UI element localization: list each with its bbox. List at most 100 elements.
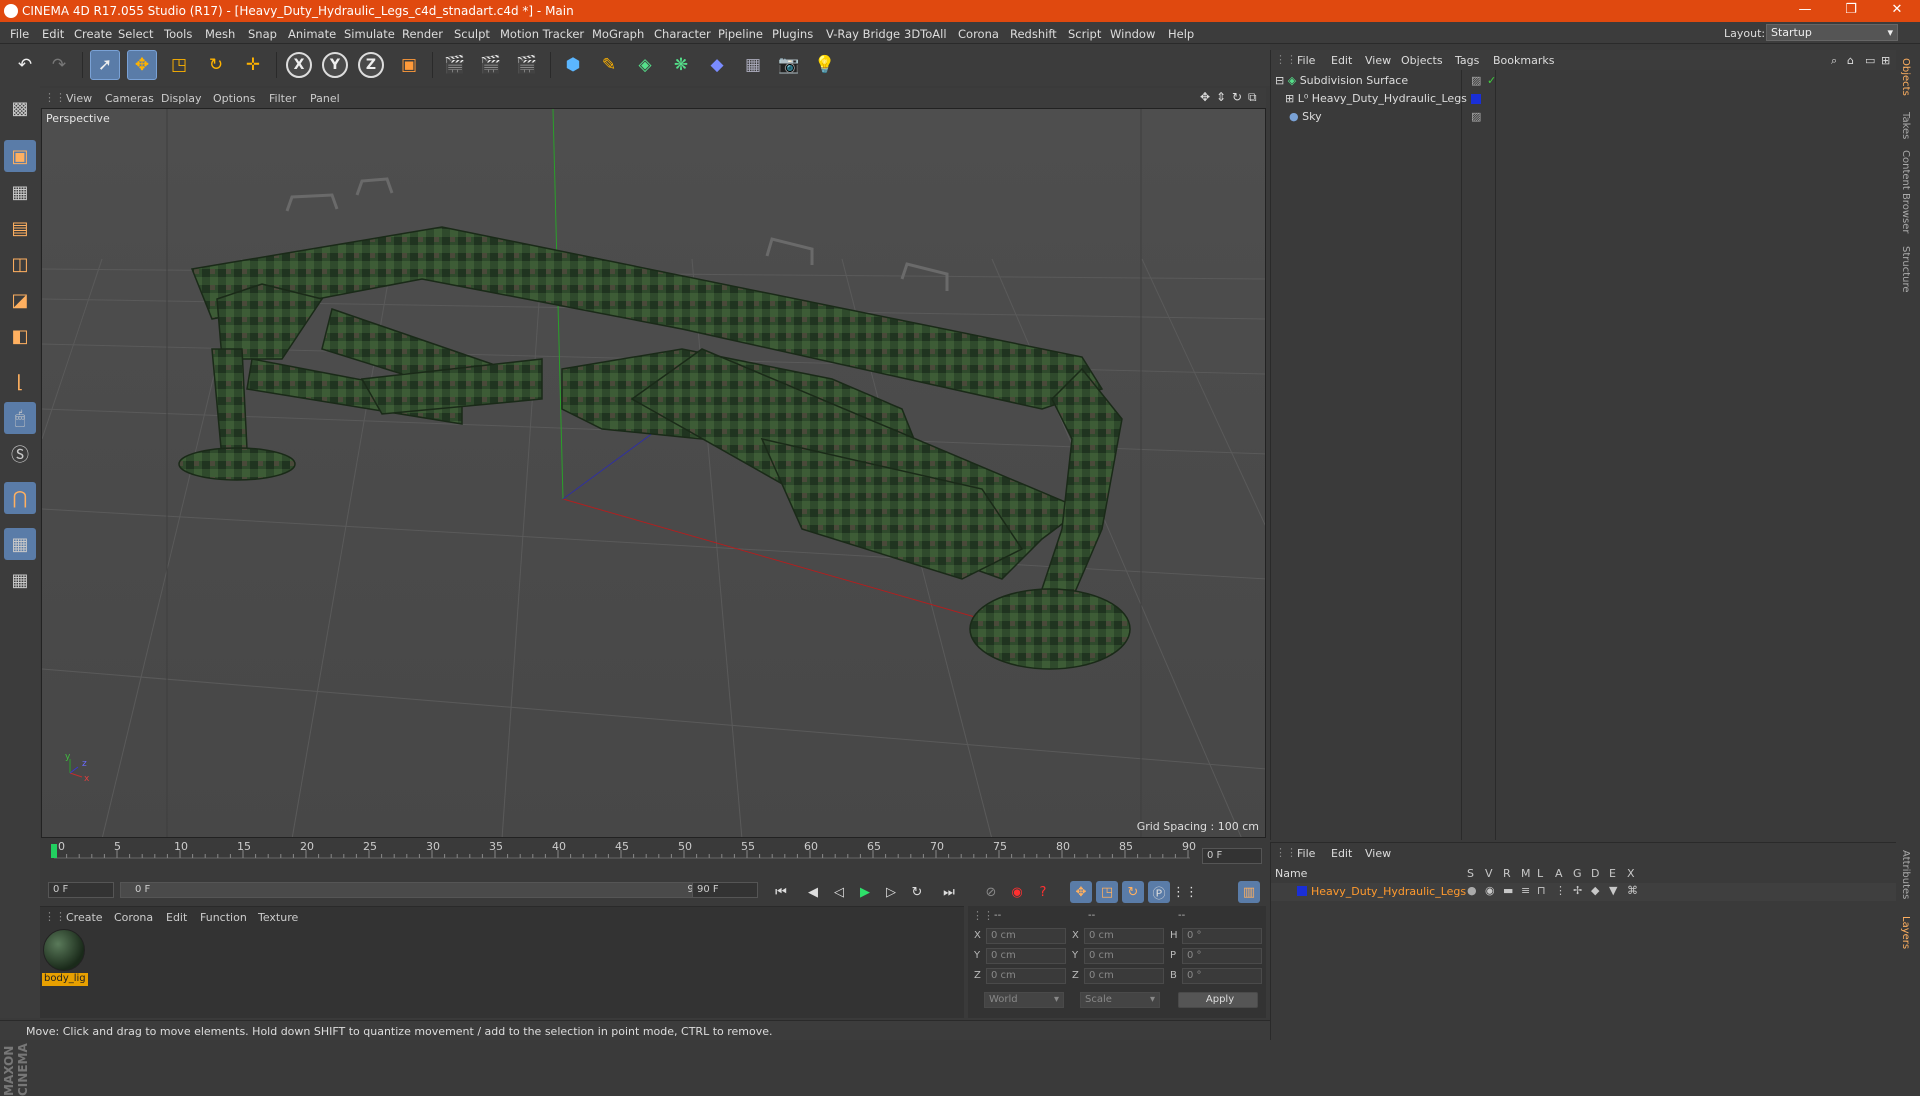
layer-row[interactable]: Heavy_Duty_Hydraulic_Legs ● ◉ ▬ ≡ ⊓ ⋮ ✢ … xyxy=(1271,883,1897,901)
axis-mode-button[interactable]: ⌊ xyxy=(4,366,36,398)
layer-animation-icon[interactable]: ⋮ xyxy=(1555,884,1566,897)
layer-generator-icon[interactable]: ✢ xyxy=(1573,884,1582,897)
object-row-subdivision[interactable]: ⊟ ◈ Subdivision Surface ▨ ✓ xyxy=(1275,74,1496,92)
coord-pos-x-field[interactable]: 0 cm xyxy=(986,928,1066,944)
render-settings-button[interactable]: 🎬 xyxy=(512,50,542,80)
rotate-tool-button[interactable]: ↻ xyxy=(201,50,231,80)
apply-button[interactable]: Apply xyxy=(1178,992,1258,1008)
previous-key-button[interactable]: ◀ xyxy=(802,881,824,903)
viewport-menu-display[interactable]: Display xyxy=(161,92,202,105)
layer-color-swatch[interactable] xyxy=(1297,886,1307,896)
layers-menu-edit[interactable]: Edit xyxy=(1331,847,1352,860)
planar-workplane-button[interactable]: ▦ xyxy=(4,564,36,596)
objects-menu-edit[interactable]: Edit xyxy=(1331,54,1352,67)
workplane-lock-button[interactable]: ▦ xyxy=(4,528,36,560)
coord-pos-y-field[interactable]: 0 cm xyxy=(986,948,1066,964)
layer-xref-icon[interactable]: ⌘ xyxy=(1627,884,1638,897)
timeline-window-button[interactable]: ▥ xyxy=(1238,881,1260,903)
coordinate-space-dropdown[interactable]: World ▾ xyxy=(984,992,1064,1008)
layer-render-icon[interactable]: ▬ xyxy=(1503,884,1513,897)
move-tool-button[interactable]: ✥ xyxy=(127,50,157,80)
add-cloner-button[interactable]: ❋ xyxy=(666,50,696,80)
menu-vray-bridge[interactable]: V-Ray Bridge xyxy=(826,27,900,41)
add-camera-button[interactable]: 📷 xyxy=(774,50,804,80)
material-menu-corona[interactable]: Corona xyxy=(114,911,153,924)
playhead[interactable] xyxy=(51,844,57,858)
layers-menu-file[interactable]: File xyxy=(1297,847,1315,860)
render-picture-viewer-button[interactable]: 🎬 xyxy=(476,50,506,80)
layer-deformer-icon[interactable]: ◆ xyxy=(1591,884,1599,897)
menu-redshift[interactable]: Redshift xyxy=(1010,27,1057,41)
menu-render[interactable]: Render xyxy=(402,27,443,41)
key-position-button[interactable]: ✥ xyxy=(1070,881,1092,903)
coord-size-x-field[interactable]: 0 cm xyxy=(1084,928,1164,944)
axis-z-lock-button[interactable]: Z xyxy=(358,52,384,78)
perspective-viewport[interactable]: y z x Perspective Grid Spacing : 100 cm xyxy=(41,108,1266,838)
material-menu-edit[interactable]: Edit xyxy=(166,911,187,924)
menu-pipeline[interactable]: Pipeline xyxy=(718,27,763,41)
layers-menu-view[interactable]: View xyxy=(1365,847,1391,860)
points-mode-button[interactable]: ◫ xyxy=(4,248,36,280)
menu-snap[interactable]: Snap xyxy=(248,27,277,41)
menu-script[interactable]: Script xyxy=(1068,27,1101,41)
visibility-toggle[interactable]: ▨ xyxy=(1471,110,1481,123)
viewport-menu-panel[interactable]: Panel xyxy=(310,92,340,105)
side-tab-objects[interactable]: Objects xyxy=(1900,58,1911,96)
layer-expression-icon[interactable]: ▼ xyxy=(1609,884,1617,897)
menu-edit[interactable]: Edit xyxy=(42,27,64,41)
render-view-button[interactable]: 🎬 xyxy=(440,50,470,80)
objects-menu-objects[interactable]: Objects xyxy=(1401,54,1443,67)
snap-button[interactable]: ⋂ xyxy=(4,482,36,514)
add-spline-button[interactable]: ✎ xyxy=(594,50,624,80)
coord-size-y-field[interactable]: 0 cm xyxy=(1084,948,1164,964)
coord-pos-z-field[interactable]: 0 cm xyxy=(986,968,1066,984)
menu-sculpt[interactable]: Sculpt xyxy=(454,27,490,41)
scale-tool-button[interactable]: ◳ xyxy=(164,50,194,80)
objects-menu-view[interactable]: View xyxy=(1365,54,1391,67)
expand-icon[interactable]: ⊞ xyxy=(1285,92,1294,105)
viewport-menu-view[interactable]: View xyxy=(66,92,92,105)
redo-button[interactable]: ↷ xyxy=(44,50,74,80)
collapse-icon[interactable]: ⊟ xyxy=(1275,74,1284,87)
next-key-button[interactable]: ↻ xyxy=(906,881,928,903)
menu-help[interactable]: Help xyxy=(1168,27,1194,41)
add-subdivision-button[interactable]: ◈ xyxy=(630,50,660,80)
layer-lock-icon[interactable]: ⊓ xyxy=(1537,884,1546,897)
texture-mode-button[interactable]: ▦ xyxy=(4,176,36,208)
menu-motion-tracker[interactable]: Motion Tracker xyxy=(500,27,584,41)
viewport-rotate-icon[interactable]: ↻ xyxy=(1232,90,1242,104)
object-row-heavy-duty-legs[interactable]: ⊞ L⁰ Heavy_Duty_Hydraulic_Legs xyxy=(1285,92,1481,110)
autokey-button[interactable]: ? xyxy=(1032,881,1054,903)
edges-mode-button[interactable]: ◪ xyxy=(4,284,36,316)
viewport-move-icon[interactable]: ✥ xyxy=(1200,90,1210,104)
material-preview-ball[interactable] xyxy=(43,929,85,971)
undo-button[interactable]: ↶ xyxy=(10,50,40,80)
minimize-button[interactable]: — xyxy=(1790,2,1820,17)
add-deformer-button[interactable]: ◆ xyxy=(702,50,732,80)
coordinate-system-button[interactable]: ▣ xyxy=(394,50,424,80)
frame-range-slider[interactable]: 0 F 90 F xyxy=(120,882,726,898)
side-tab-structure[interactable]: Structure xyxy=(1900,246,1911,293)
home-icon[interactable]: ⌂ xyxy=(1847,54,1854,67)
add-cube-button[interactable]: ⬢ xyxy=(558,50,588,80)
menu-create[interactable]: Create xyxy=(74,27,112,41)
menu-corona[interactable]: Corona xyxy=(958,27,999,41)
axis-x-lock-button[interactable]: X xyxy=(286,52,312,78)
go-to-end-button[interactable]: ⏭ xyxy=(938,881,960,903)
start-frame-field[interactable]: 0 F xyxy=(48,882,114,898)
motion-record-button[interactable]: ⊘ xyxy=(980,881,1002,903)
viewport-menu-filter[interactable]: Filter xyxy=(269,92,296,105)
search-icon[interactable]: ⌕ xyxy=(1831,54,1837,68)
material-menu-texture[interactable]: Texture xyxy=(258,911,298,924)
end-frame-field[interactable]: 90 F xyxy=(692,882,758,898)
material-menu-create[interactable]: Create xyxy=(66,911,103,924)
menu-mograph[interactable]: MoGraph xyxy=(592,27,644,41)
object-row-sky[interactable]: ● Sky ▨ xyxy=(1275,110,1481,128)
maximize-button[interactable]: ❐ xyxy=(1836,2,1866,17)
menu-window[interactable]: Window xyxy=(1110,27,1155,41)
viewport-pan-icon[interactable]: ⇕ xyxy=(1216,90,1226,104)
menu-tools[interactable]: Tools xyxy=(164,27,192,41)
current-frame-field[interactable]: 0 F xyxy=(1202,848,1262,864)
add-light-button[interactable]: 💡 xyxy=(810,50,840,80)
layer-name[interactable]: Heavy_Duty_Hydraulic_Legs xyxy=(1311,885,1466,898)
